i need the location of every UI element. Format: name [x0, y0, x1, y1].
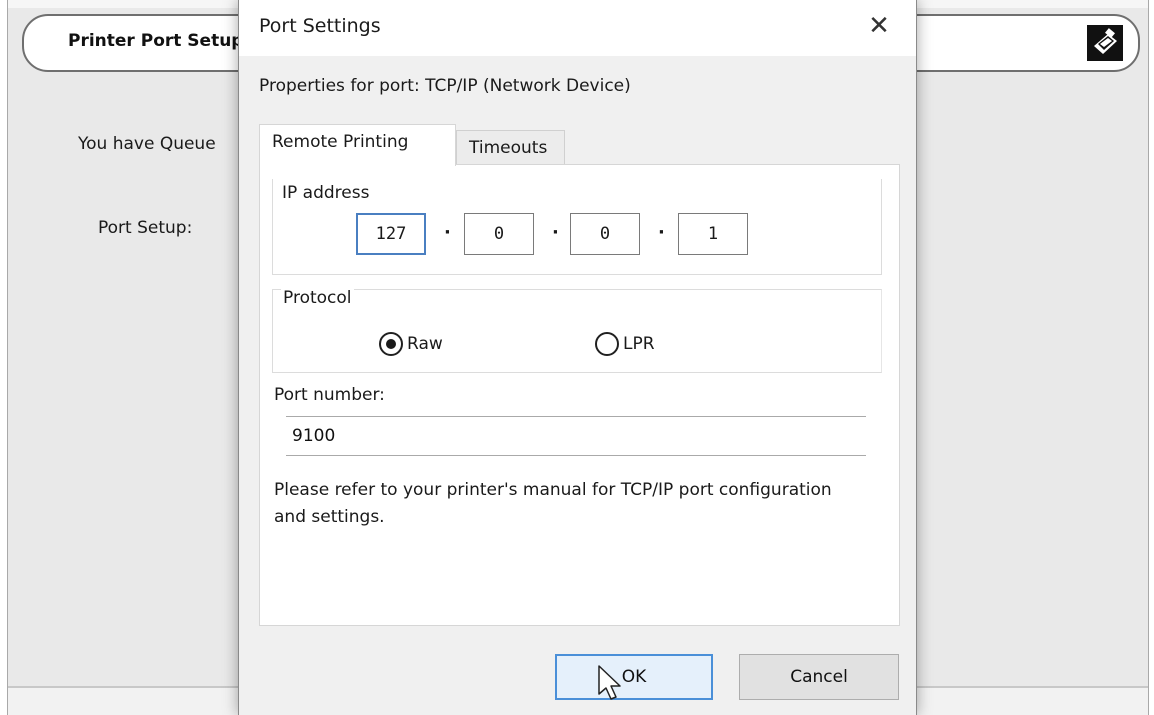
protocol-group: Protocol Raw LPR: [272, 288, 882, 373]
port-number-input[interactable]: [286, 416, 866, 456]
cancel-button[interactable]: Cancel: [739, 654, 899, 700]
dialog-subtitle: Properties for port: TCP/IP (Network Dev…: [259, 76, 631, 96]
close-icon[interactable]: ✕: [856, 6, 902, 46]
radio-checked-icon[interactable]: [379, 332, 403, 356]
ip-octet-1[interactable]: 127: [356, 213, 426, 255]
port-setup-label: Port Setup:: [98, 218, 193, 238]
remote-printing-panel: IP address 127 · 0 · 0 · 1 Protocol Raw …: [259, 164, 900, 626]
ip-octet-4[interactable]: 1: [678, 213, 748, 255]
radio-raw[interactable]: Raw: [379, 332, 443, 356]
dialog-title-bar: Port Settings ✕: [239, 0, 916, 56]
ip-octet-2[interactable]: 0: [464, 213, 534, 255]
protocol-label: Protocol: [281, 288, 354, 308]
dialog-title: Port Settings: [259, 15, 381, 37]
ip-separator: ·: [658, 222, 665, 243]
tab-remote-printing[interactable]: Remote Printing: [259, 124, 456, 166]
printer-icon[interactable]: [1086, 24, 1124, 62]
ip-address-label: IP address: [280, 183, 372, 203]
tab-timeouts[interactable]: Timeouts: [456, 130, 565, 166]
radio-lpr-label: LPR: [623, 334, 655, 354]
ip-octet-3[interactable]: 0: [570, 213, 640, 255]
port-settings-dialog: Port Settings ✕ Properties for port: TCP…: [238, 0, 917, 715]
radio-lpr[interactable]: LPR: [595, 332, 655, 356]
ok-button[interactable]: OK: [555, 654, 713, 700]
ip-address-group: IP address 127 · 0 · 0 · 1: [272, 179, 882, 275]
radio-unchecked-icon[interactable]: [595, 332, 619, 356]
radio-raw-label: Raw: [407, 334, 443, 354]
ip-separator: ·: [444, 222, 451, 243]
ip-separator: ·: [552, 222, 559, 243]
background-window-title: Printer Port Setup: [68, 31, 244, 51]
port-number-label: Port number:: [274, 385, 385, 405]
configuration-note: Please refer to your printer's manual fo…: [274, 480, 832, 527]
queue-label: You have Queue: [78, 134, 216, 154]
